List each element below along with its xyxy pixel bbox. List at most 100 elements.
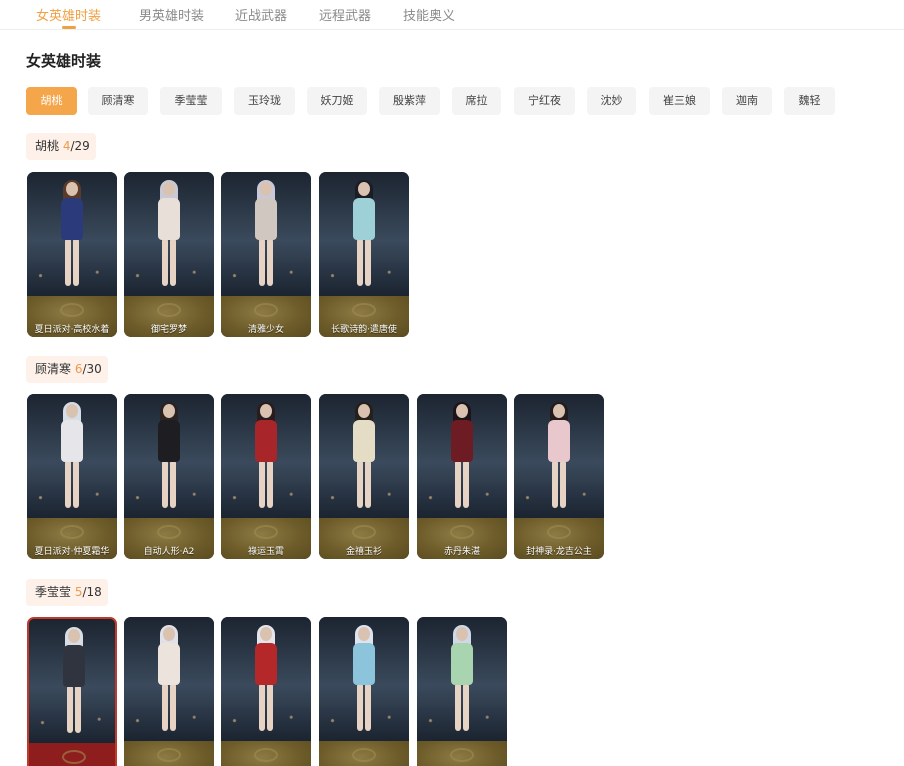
character-leg bbox=[73, 460, 79, 508]
skin-card[interactable]: 御宅罗梦 bbox=[124, 172, 214, 337]
character-leg bbox=[455, 460, 461, 508]
skin-card[interactable]: 金禧玉衫 bbox=[319, 394, 409, 559]
hero-chip[interactable]: 崔三娘 bbox=[649, 87, 710, 115]
skin-card[interactable]: 长歌诗韵·遣唐使 bbox=[319, 172, 409, 337]
character-outfit bbox=[255, 198, 277, 240]
skin-card[interactable] bbox=[124, 617, 214, 766]
character-leg bbox=[357, 460, 363, 508]
character-leg bbox=[365, 460, 371, 508]
tab-ranged-weapons[interactable]: 远程武器 bbox=[319, 5, 371, 24]
skin-name: 清雅少女 bbox=[247, 325, 284, 335]
skin-card[interactable]: 夏日派对·仲夏霜华 bbox=[27, 394, 117, 559]
plate-emblem bbox=[352, 303, 376, 317]
skin-name: 祿运玉霄 bbox=[247, 547, 284, 557]
character-outfit bbox=[63, 645, 85, 687]
character-outfit bbox=[353, 198, 375, 240]
hero-chip[interactable]: 玉玲珑 bbox=[234, 87, 295, 115]
skin-card[interactable]: 封神录·龙吉公主 bbox=[514, 394, 604, 559]
hero-chip[interactable]: 妖刀姬 bbox=[307, 87, 367, 115]
skin-name: 自动人形·A2 bbox=[143, 547, 195, 557]
character-figure bbox=[154, 625, 184, 735]
skin-card[interactable] bbox=[27, 617, 117, 766]
character-head bbox=[163, 404, 175, 418]
tab-skill-ultimates[interactable]: 技能奥义 bbox=[403, 5, 455, 24]
hero-chip[interactable]: 顾清寒 bbox=[88, 87, 148, 115]
hero-chip[interactable]: 席拉 bbox=[452, 87, 501, 115]
character-head bbox=[358, 404, 370, 418]
character-head bbox=[66, 404, 78, 418]
character-leg bbox=[455, 683, 461, 731]
character-head bbox=[456, 627, 468, 641]
hero-chip[interactable]: 胡桃 bbox=[26, 87, 77, 115]
hero-group-header: 顾清寒 6/30 bbox=[26, 356, 108, 383]
skin-card[interactable]: 自动人形·A2 bbox=[124, 394, 214, 559]
character-leg bbox=[65, 238, 71, 286]
skin-card[interactable]: 赤丹朱湛 bbox=[417, 394, 507, 559]
hero-chip[interactable]: 迦南 bbox=[722, 87, 772, 115]
skin-name: 封神录·龙吉公主 bbox=[526, 547, 592, 557]
character-leg bbox=[560, 460, 566, 508]
plate-emblem bbox=[450, 525, 474, 539]
hero-chip[interactable]: 季莹莹 bbox=[160, 87, 222, 115]
character-leg bbox=[75, 685, 81, 733]
skin-name: 赤丹朱湛 bbox=[443, 547, 480, 557]
skin-card[interactable]: 夏日派对·高校水着 bbox=[27, 172, 117, 337]
character-leg bbox=[162, 460, 168, 508]
character-figure bbox=[154, 402, 184, 512]
hero-chip[interactable]: 沈妙 bbox=[587, 87, 636, 115]
character-figure bbox=[349, 402, 379, 512]
character-leg bbox=[357, 683, 363, 731]
hero-chip[interactable]: 殷紫萍 bbox=[379, 87, 440, 115]
character-figure bbox=[251, 402, 281, 512]
plate-emblem bbox=[254, 748, 278, 762]
character-leg bbox=[463, 683, 469, 731]
hero-chip[interactable]: 魏轻 bbox=[784, 87, 835, 115]
character-leg bbox=[552, 460, 558, 508]
character-leg bbox=[463, 460, 469, 508]
character-leg bbox=[259, 683, 265, 731]
active-tab-indicator bbox=[62, 26, 76, 29]
plate-emblem bbox=[352, 748, 376, 762]
skin-name: 夏日派对·仲夏霜华 bbox=[34, 547, 110, 557]
category-tabs: 女英雄时装 男英雄时装 近战武器 远程武器 技能奥义 bbox=[0, 0, 904, 30]
skin-card[interactable]: 清雅少女 bbox=[221, 172, 311, 337]
skin-card[interactable] bbox=[319, 617, 409, 766]
tab-female-hero-skins[interactable]: 女英雄时装 bbox=[36, 5, 101, 24]
skin-card[interactable] bbox=[417, 617, 507, 766]
plate-emblem bbox=[157, 303, 181, 317]
character-leg bbox=[259, 238, 265, 286]
character-outfit bbox=[255, 420, 277, 462]
character-head bbox=[456, 404, 468, 418]
character-outfit bbox=[61, 420, 83, 462]
plate-emblem bbox=[547, 525, 571, 539]
tab-male-hero-skins[interactable]: 男英雄时装 bbox=[139, 5, 204, 24]
character-head bbox=[260, 627, 272, 641]
character-head bbox=[66, 182, 78, 196]
character-outfit bbox=[353, 643, 375, 685]
skin-name: 夏日派对·高校水着 bbox=[34, 325, 110, 335]
character-leg bbox=[162, 683, 168, 731]
character-leg bbox=[365, 238, 371, 286]
hero-chip[interactable]: 宁红夜 bbox=[514, 87, 575, 115]
hero-name: 胡桃 bbox=[35, 139, 60, 153]
character-figure bbox=[57, 402, 87, 512]
character-leg bbox=[65, 460, 71, 508]
character-leg bbox=[267, 238, 273, 286]
character-figure bbox=[154, 180, 184, 290]
plate-emblem bbox=[60, 303, 84, 317]
character-outfit bbox=[451, 643, 473, 685]
character-outfit bbox=[158, 198, 180, 240]
tab-melee-weapons[interactable]: 近战武器 bbox=[235, 5, 287, 24]
character-head bbox=[260, 404, 272, 418]
skin-card[interactable] bbox=[221, 617, 311, 766]
character-figure bbox=[57, 180, 87, 290]
character-figure bbox=[349, 180, 379, 290]
character-leg bbox=[170, 460, 176, 508]
character-figure bbox=[349, 625, 379, 735]
hero-name: 季莹莹 bbox=[35, 585, 72, 599]
skin-card[interactable]: 祿运玉霄 bbox=[221, 394, 311, 559]
character-head bbox=[553, 404, 565, 418]
character-head bbox=[163, 182, 175, 196]
character-leg bbox=[267, 460, 273, 508]
character-outfit bbox=[158, 420, 180, 462]
